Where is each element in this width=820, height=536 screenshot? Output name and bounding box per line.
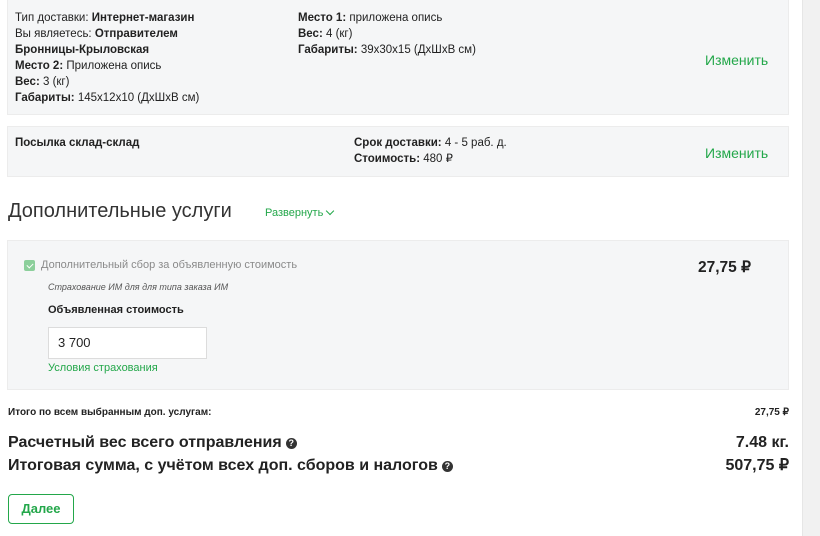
sum-total-value: 507,75 ₽	[725, 457, 789, 474]
cost-value: 480 ₽	[423, 153, 453, 165]
declared-value-input[interactable]: 3 700	[48, 327, 207, 359]
next-button[interactable]: Далее	[8, 494, 74, 524]
weight2-label: Вес:	[15, 76, 40, 88]
dims1-value: 39x30x15 (ДxШxВ см)	[360, 44, 476, 56]
place2-label: Место 2:	[15, 60, 64, 72]
services-total-value: 27,75 ₽	[754, 407, 789, 418]
weight1-line: Вес: 4 (кг)	[298, 27, 352, 42]
place1-label: Место 1:	[298, 12, 347, 24]
cost-line: Стоимость: 480 ₽	[354, 152, 453, 167]
expand-services-link[interactable]: Развернуть	[265, 206, 335, 219]
weight2-value: 3 (кг)	[42, 76, 70, 88]
change-delivery-link[interactable]: Изменить	[705, 52, 768, 68]
delivery-type-label: Тип доставки:	[15, 12, 89, 24]
help-icon[interactable]: ?	[285, 438, 297, 449]
place2-line: Место 2: Приложена опись	[15, 59, 161, 74]
change-tariff-link[interactable]: Изменить	[705, 145, 768, 161]
page-scrollbar[interactable]	[802, 0, 820, 536]
dims2-line: Габариты: 145x12x10 (ДxШxВ см)	[15, 91, 199, 106]
term-label: Срок доставки:	[354, 137, 442, 149]
delivery-type-line: Тип доставки: Интернет-магазин	[15, 11, 194, 26]
term-line: Срок доставки: 4 - 5 раб. д.	[354, 136, 507, 151]
tariff-panel: Посылка склад-склад Срок доставки: 4 - 5…	[7, 126, 789, 177]
extra-service-panel: Дополнительный сбор за объявленную стоим…	[7, 240, 789, 390]
sum-total-line: Итоговая сумма, с учётом всех доп. сборо…	[8, 456, 453, 476]
declared-value-label: Объявленная стоимость	[48, 304, 184, 316]
sum-total-label: Итоговая сумма, с учётом всех доп. сборо…	[8, 457, 438, 474]
expand-label: Развернуть	[265, 207, 324, 219]
service-label[interactable]: Дополнительный сбор за объявленную стоим…	[41, 258, 297, 273]
delivery-details-panel: Тип доставки: Интернет-магазин Вы являет…	[7, 0, 789, 115]
role-label: Вы являетесь:	[15, 28, 92, 40]
cost-label: Стоимость:	[354, 153, 421, 165]
insurance-terms-link[interactable]: Условия страхования	[48, 361, 158, 376]
service-checkbox[interactable]	[24, 260, 35, 271]
delivery-type-value: Интернет-магазин	[91, 12, 195, 24]
extra-services-title: Дополнительные услуги	[8, 200, 232, 222]
weight1-value: 4 (кг)	[325, 28, 353, 40]
help-icon[interactable]: ?	[441, 461, 453, 472]
chevron-down-icon	[326, 206, 335, 216]
city-name: Бронницы-Крыловская	[15, 44, 150, 56]
weight-total-value: 7.48 кг.	[735, 434, 789, 451]
tariff-name: Посылка склад-склад	[15, 137, 140, 149]
weight1-label: Вес:	[298, 28, 323, 40]
role-value: Отправителем	[94, 28, 178, 40]
service-note: Страхование ИМ для для типа заказа ИМ	[48, 282, 229, 292]
weight2-line: Вес: 3 (кг)	[15, 75, 69, 90]
role-line: Вы являетесь: Отправителем	[15, 27, 178, 42]
dims1-line: Габариты: 39x30x15 (ДxШxВ см)	[298, 43, 476, 58]
place1-line: Место 1: приложена опись	[298, 11, 442, 26]
services-total-label: Итого по всем выбранным доп. услугам:	[8, 407, 212, 418]
service-price: 27,75 ₽	[698, 259, 751, 276]
term-value: 4 - 5 раб. д.	[444, 137, 507, 149]
place2-value: Приложена опись	[66, 60, 162, 72]
dims2-value: 145x12x10 (ДxШxВ см)	[77, 92, 200, 104]
weight-total-line: Расчетный вес всего отправления?	[8, 433, 297, 453]
weight-total-label: Расчетный вес всего отправления	[8, 434, 282, 451]
place1-value: приложена опись	[349, 12, 443, 24]
dims2-label: Габариты:	[15, 92, 75, 104]
dims1-label: Габариты:	[298, 44, 358, 56]
